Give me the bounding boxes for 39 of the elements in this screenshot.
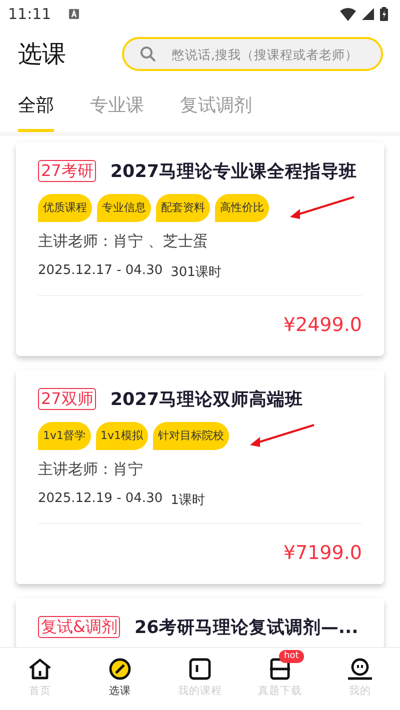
course-tag: 配套资料 xyxy=(156,194,210,222)
teacher-text: 主讲老师：肖宁 xyxy=(38,460,144,479)
battery-icon xyxy=(380,7,388,21)
course-badge: 复试&调剂 xyxy=(38,616,120,638)
page-title: 选课 xyxy=(18,39,67,70)
course-title: 26考研马理论复试调剂—... xyxy=(134,616,358,639)
course-title: 2027马理论双师高端班 xyxy=(110,388,304,411)
course-tag: 针对目标院校 xyxy=(153,422,230,450)
lesson-count: 301课时 xyxy=(170,264,222,281)
course-tag: 专业信息 xyxy=(97,194,151,222)
course-price: ¥2499.0 xyxy=(283,314,362,336)
nav-tab[interactable]: 选课 xyxy=(80,648,160,710)
course-tag: 1v1模拟 xyxy=(96,422,148,450)
lesson-count: 1课时 xyxy=(170,492,205,509)
document-icon xyxy=(269,658,291,680)
course-card[interactable]: 27双师 2027马理论双师高端班 1v1督学 1v1模拟 针对目标院校 主讲老师：肖宁 2025.12.19 - 04.30 1课时 ¥7199.0 xyxy=(16,370,384,584)
date-range: 2025.12.19 - 04.30 xyxy=(38,491,163,508)
course-badge: 27双师 xyxy=(38,388,96,410)
wifi-icon xyxy=(340,8,356,20)
course-tag: 高性价比 xyxy=(215,194,269,222)
search-icon xyxy=(140,46,156,62)
home-icon xyxy=(28,658,52,680)
course-card[interactable]: 27考研 2027马理论专业课全程指导班 优质课程 专业信息 配套资料 高性价比 主讲老师：肖宁 、芝士蛋 2025.12.17 - 04.30 301课时 ¥2499.0 xyxy=(16,142,384,356)
category-tab[interactable]: 专业课 xyxy=(90,80,144,132)
profile-icon xyxy=(347,658,373,680)
signal-icon xyxy=(362,8,374,20)
course-tag: 1v1督学 xyxy=(38,422,91,450)
course-tag: 优质课程 xyxy=(38,194,92,222)
category-tab[interactable]: 复试调剂 xyxy=(180,80,252,132)
search-field[interactable]: 憋说话,搜我（搜课程或者老师） xyxy=(122,37,383,71)
hot-badge: hot xyxy=(279,650,304,663)
course-card[interactable]: 复试&调剂 26考研马理论复试调剂—... xyxy=(16,598,384,647)
course-badge: 27考研 xyxy=(38,160,96,182)
date-range: 2025.12.17 - 04.30 xyxy=(38,263,163,280)
course-price: ¥7199.0 xyxy=(283,542,362,564)
course-title: 2027马理论专业课全程指导班 xyxy=(110,161,358,183)
status-time: 11:11 xyxy=(8,5,52,23)
category-tab[interactable]: 全部 xyxy=(18,80,54,132)
teacher-text: 主讲老师：肖宁 、芝士蛋 xyxy=(38,232,209,251)
